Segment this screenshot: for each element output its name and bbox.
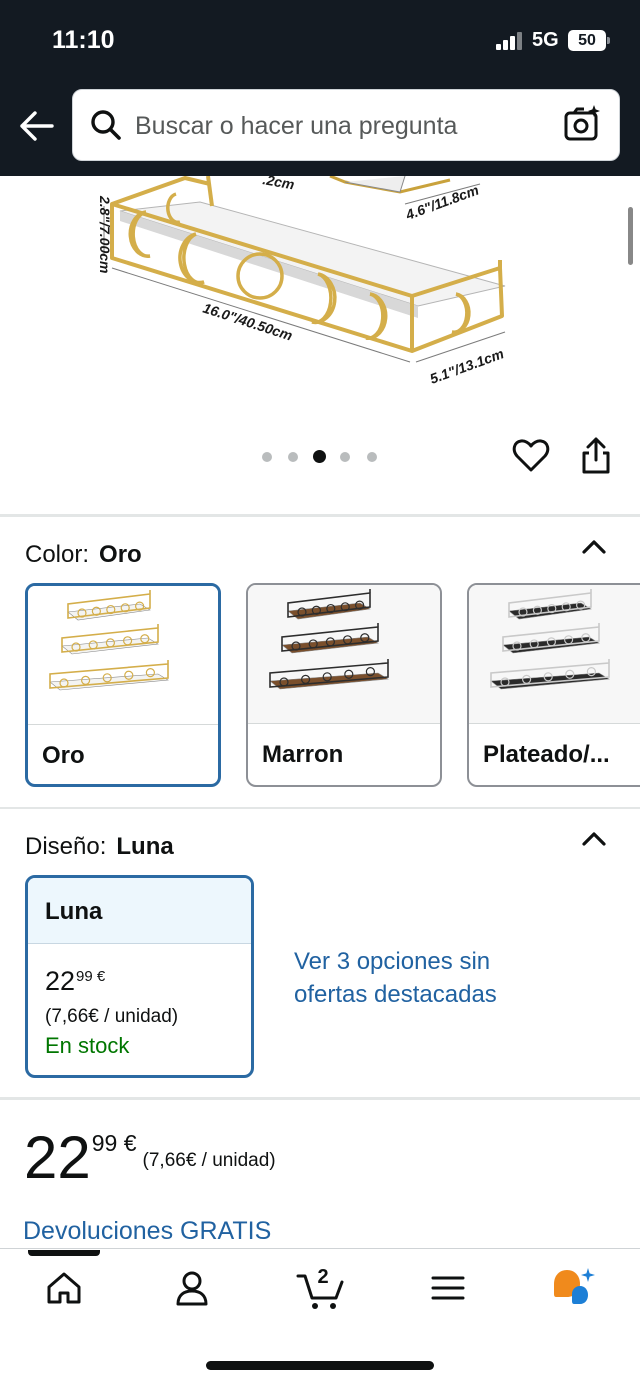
carousel-dot[interactable] (262, 452, 272, 462)
search-input[interactable]: Buscar o hacer una pregunta (135, 112, 457, 141)
color-option-plateado[interactable]: Plateado/... (467, 583, 640, 787)
color-selected-value: Oro (99, 541, 142, 568)
price-fraction: 99 € (76, 968, 106, 985)
free-returns-link[interactable]: Devoluciones GRATIS (23, 1217, 271, 1246)
swatch-image (469, 585, 640, 723)
price-whole: 22 (45, 966, 76, 996)
shelf-board (281, 636, 379, 654)
cart-count-badge: 2 (317, 1266, 329, 1288)
dimension-partial-label: .2cm (261, 176, 295, 192)
carousel-dot[interactable] (367, 452, 377, 462)
battery-icon: 50 (568, 30, 610, 51)
color-label: Color: Oro (25, 541, 142, 569)
carousel-dots[interactable] (262, 450, 382, 464)
search-bar[interactable]: Buscar o hacer una pregunta (72, 89, 620, 161)
home-icon[interactable] (44, 1268, 84, 1308)
carousel-dot-active[interactable] (313, 450, 326, 463)
shelf-board (61, 637, 159, 655)
design-option-price: 2299 € (45, 966, 105, 997)
dimension-depth-label: 5.1"/13.1cm (428, 345, 506, 387)
chevron-up-icon[interactable] (582, 538, 606, 554)
stock-status: En stock (45, 1033, 130, 1058)
design-label: Diseño: Luna (25, 833, 174, 861)
swatch-image (28, 586, 218, 724)
design-label-text: Diseño: (25, 833, 107, 860)
shelf-board (502, 636, 600, 654)
heart-icon[interactable] (512, 438, 550, 474)
swatch-label: Plateado/... (483, 741, 610, 768)
swatch-image (248, 585, 440, 723)
unit-price: (7,66€ / unidad) (142, 1150, 276, 1171)
swatch-label: Marron (262, 741, 344, 768)
search-icon (89, 108, 123, 142)
color-label-text: Color: (25, 541, 90, 568)
carousel-dot[interactable] (340, 452, 350, 462)
home-indicator (206, 1361, 434, 1370)
section-divider (0, 514, 640, 517)
menu-icon[interactable] (428, 1268, 468, 1308)
design-selected-value: Luna (116, 833, 174, 860)
design-option-title: Luna (45, 898, 103, 925)
chevron-up-icon[interactable] (582, 830, 606, 846)
signal-icon (496, 32, 522, 50)
camera-icon[interactable] (563, 104, 603, 144)
dimension-height-label: 2.8"/7.00cm (97, 195, 113, 273)
carousel-dot[interactable] (288, 452, 298, 462)
section-divider (0, 1097, 640, 1100)
header: 11:10 5G 50 Buscar o hacer una pregunta (0, 0, 640, 176)
design-option-luna[interactable]: Luna 2299 € (7,66€ / unidad) En stock (25, 875, 254, 1078)
scrollbar[interactable] (628, 207, 633, 265)
more-options-link[interactable]: Ver 3 opciones sin ofertas destacadas (294, 945, 554, 1011)
price-whole: 22 (24, 1124, 91, 1191)
color-option-marron[interactable]: Marron (246, 583, 442, 787)
network-label: 5G (532, 29, 559, 51)
rufus-icon[interactable] (550, 1266, 596, 1312)
design-option-unit-price: (7,66€ / unidad) (45, 1006, 179, 1027)
share-icon[interactable] (578, 436, 614, 476)
section-divider (0, 807, 640, 809)
price-fraction: 99 € (91, 1130, 137, 1156)
swatch-label: Oro (42, 742, 85, 769)
back-arrow-icon[interactable] (18, 108, 56, 144)
color-option-oro[interactable]: Oro (25, 583, 221, 787)
status-time: 11:10 (52, 26, 115, 54)
product-price: 2299 €(7,66€ / unidad) (24, 1128, 276, 1188)
nav-active-indicator (28, 1250, 100, 1256)
account-icon[interactable] (172, 1268, 212, 1308)
